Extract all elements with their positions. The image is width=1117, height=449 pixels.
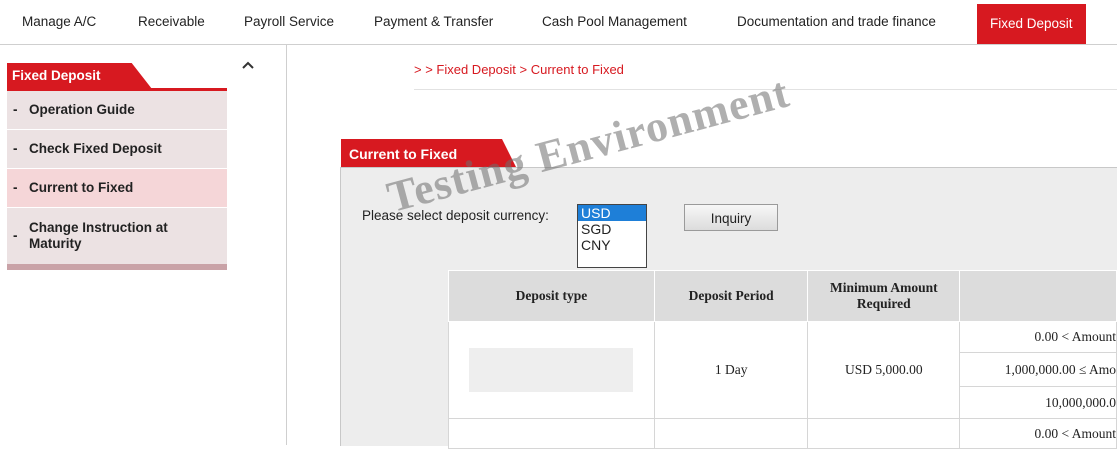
nav-item-documentation-trade-finance[interactable]: Documentation and trade finance xyxy=(737,0,936,44)
deposit-type-cell xyxy=(448,321,655,419)
currency-label: Please select deposit currency: xyxy=(362,208,549,223)
table-row: 1 Day USD 5,000.00 0.00 < Amount xyxy=(448,321,1117,419)
nav-item-manage-ac[interactable]: Manage A/C xyxy=(22,0,96,44)
nav-item-payroll-service[interactable]: Payroll Service xyxy=(244,0,334,44)
breadcrumb: > > Fixed Deposit > Current to Fixed xyxy=(414,62,624,77)
sidebar-item-label: Change Instruction at Maturity xyxy=(29,220,168,251)
panel-header: Current to Fixed xyxy=(341,139,516,167)
header-deposit-period: Deposit Period xyxy=(653,270,809,322)
nav-item-payment-transfer[interactable]: Payment & Transfer xyxy=(374,0,493,44)
sidebar-item-label: Operation Guide xyxy=(29,102,135,117)
sidebar-item-change-instruction[interactable]: - Change Instruction at Maturity xyxy=(7,208,227,265)
top-nav: Manage A/C Receivable Payroll Service Pa… xyxy=(0,0,1117,45)
amount-range-cell: 0.00 < Amount xyxy=(959,321,1117,353)
amount-range-cell: 0.00 < Amount xyxy=(959,418,1117,449)
table-header-row: Deposit type Deposit Period Minimum Amou… xyxy=(448,270,1117,322)
minimum-amount-cell: USD 5,000.00 xyxy=(807,321,961,419)
currency-option-sgd[interactable]: SGD xyxy=(578,221,646,237)
sidebar-item-check-fixed-deposit[interactable]: - Check Fixed Deposit xyxy=(7,130,227,169)
currency-listbox[interactable]: USD SGD CNY xyxy=(577,204,647,268)
header-minimum-amount: Minimum Amount Required xyxy=(807,270,961,322)
sidebar-footer-bar xyxy=(7,264,227,270)
currency-option-cny[interactable]: CNY xyxy=(578,237,646,253)
nav-item-fixed-deposit[interactable]: Fixed Deposit xyxy=(977,4,1086,44)
sidebar: Fixed Deposit - Operation Guide - Check … xyxy=(0,45,287,445)
table-row: 0.00 < Amount xyxy=(448,418,1117,449)
sidebar-item-current-to-fixed[interactable]: - Current to Fixed xyxy=(7,169,227,208)
nav-item-cash-pool-management[interactable]: Cash Pool Management xyxy=(542,0,687,44)
deposit-type-cell xyxy=(448,418,655,449)
sidebar-item-operation-guide[interactable]: - Operation Guide xyxy=(7,91,227,130)
sidebar-title: Fixed Deposit xyxy=(12,68,101,83)
amount-range-cell: 1,000,000.00 ≤ Amo xyxy=(959,352,1117,387)
amount-range-cell: 10,000,000.0 xyxy=(959,386,1117,419)
sidebar-header: Fixed Deposit xyxy=(7,63,152,89)
deposit-period-cell xyxy=(653,418,809,449)
sidebar-item-label: Current to Fixed xyxy=(29,180,134,195)
currency-option-usd[interactable]: USD xyxy=(578,205,646,221)
header-deposit-type: Deposit type xyxy=(448,270,655,322)
deposit-period-cell: 1 Day xyxy=(653,321,809,419)
deposit-table: Deposit type Deposit Period Minimum Amou… xyxy=(448,270,1117,449)
breadcrumb-divider xyxy=(414,89,1117,90)
redacted-deposit-type xyxy=(469,348,634,392)
header-rate xyxy=(959,270,1117,322)
chevron-up-icon[interactable] xyxy=(241,57,255,75)
minimum-amount-cell xyxy=(807,418,961,449)
inquiry-button[interactable]: Inquiry xyxy=(684,204,778,231)
nav-item-receivable[interactable]: Receivable xyxy=(138,0,205,44)
sidebar-item-label: Check Fixed Deposit xyxy=(29,141,162,156)
panel-title: Current to Fixed xyxy=(349,146,458,162)
